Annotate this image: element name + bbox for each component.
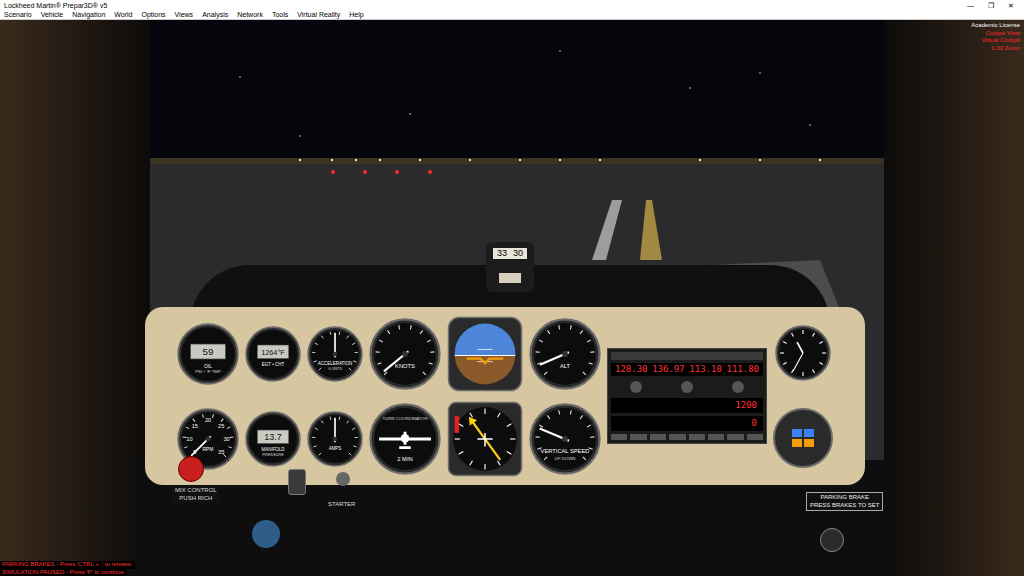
status-message: SIMULATION PAUSED - Press 'P' to continu… — [0, 569, 127, 576]
ammeter: AMPS — [307, 411, 363, 467]
menu-item[interactable]: Views — [175, 11, 194, 18]
svg-text:15: 15 — [192, 422, 198, 428]
svg-text:AMPS: AMPS — [329, 446, 342, 451]
magneto-switch[interactable] — [288, 469, 306, 495]
turn-coordinator: TURN COORDINATOR 2 MIN — [369, 403, 441, 475]
menu-item[interactable]: Tools — [272, 11, 288, 18]
magnetic-compass: 3330 — [486, 242, 534, 292]
svg-text:G UNITS: G UNITS — [328, 367, 342, 371]
radio-stack: 128.30136.97113.10111.80 1200 0 — [607, 348, 767, 444]
svg-text:1264°F: 1264°F — [261, 348, 285, 357]
menu-item[interactable]: Virtual Reality — [297, 11, 340, 18]
com-nav-radio[interactable]: 128.30136.97113.10111.80 — [611, 363, 763, 376]
cockpit-view: 333059OILPSI • °F TMP5101520253035RPM126… — [0, 20, 1024, 576]
altimeter: ALT — [529, 318, 601, 390]
svg-text:25: 25 — [218, 422, 224, 428]
vertical-speed-indicator: VERTICAL SPEEDUP DOWN — [529, 403, 601, 475]
svg-text:35: 35 — [218, 449, 224, 455]
svg-text:ACCELERATION: ACCELERATION — [318, 361, 352, 366]
starter-placard: STARTER — [326, 489, 357, 513]
acceleration-gauge: ACCELERATIONG UNITS — [307, 326, 363, 382]
left-pillar — [0, 20, 150, 576]
svg-text:30: 30 — [223, 435, 229, 441]
window-control[interactable]: ❐ — [988, 2, 994, 9]
title-bar: Lockheed Martin® Prepar3D® v5—❐✕ — [0, 0, 1024, 10]
svg-text:UP DOWN: UP DOWN — [555, 455, 576, 460]
window-control[interactable]: ✕ — [1008, 2, 1014, 9]
svg-text:13.7: 13.7 — [264, 432, 281, 442]
right-pillar — [884, 20, 1024, 576]
svg-text:EGT • CHT: EGT • CHT — [262, 362, 285, 367]
menu-item[interactable]: Analysis — [202, 11, 228, 18]
airspeed-indicator: KNOTS — [369, 318, 441, 390]
instrument-panel: 59OILPSI • °F TMP5101520253035RPM1264°FE… — [145, 307, 865, 485]
app-window: Lockheed Martin® Prepar3D® v5—❐✕Scenario… — [0, 0, 1024, 576]
annunciator-panel — [773, 408, 833, 468]
svg-text:2 MIN: 2 MIN — [397, 455, 412, 461]
menu-bar: Scenario Vehicle Navigation World Options Vie… — [0, 10, 1024, 20]
svg-text:TURN COORDINATOR: TURN COORDINATOR — [382, 416, 427, 421]
svg-text:10: 10 — [186, 435, 192, 441]
egt-gauge: 1264°F EGT • CHT — [245, 326, 301, 382]
sim-messages: PARKING BRAKES - Press 'CTRL + .' to rel… — [0, 561, 135, 576]
heading-indicator — [447, 401, 523, 477]
svg-text:20: 20 — [205, 417, 211, 423]
parking-brake-placard: PARKING BRAKEPRESS BRAKES TO SET — [806, 492, 883, 511]
menu-item[interactable]: Help — [349, 11, 363, 18]
window-control[interactable]: — — [967, 2, 974, 9]
svg-text:KNOTS: KNOTS — [395, 363, 415, 369]
svg-text:ALT: ALT — [560, 363, 571, 369]
transponder[interactable]: 1200 — [611, 398, 763, 413]
svg-text:59: 59 — [202, 346, 214, 357]
parking-brake-handle[interactable] — [820, 528, 844, 552]
svg-text:OIL: OIL — [204, 363, 212, 368]
oil-gauge: 59 OILPSI • °F TMP — [177, 323, 239, 385]
trim-handle[interactable] — [252, 520, 280, 548]
menu-item[interactable]: Scenario — [4, 11, 32, 18]
status-message: PARKING BRAKES - Press 'CTRL + .' to rel… — [0, 561, 135, 569]
menu-item[interactable]: Navigation — [72, 11, 105, 18]
attitude-indicator — [447, 316, 523, 392]
adf-radio[interactable]: 0 — [611, 416, 763, 431]
svg-text:PSI • °F TMP: PSI • °F TMP — [195, 369, 221, 374]
menu-item[interactable]: World — [114, 11, 132, 18]
starter-button[interactable] — [336, 472, 350, 486]
svg-text:MANIFOLD: MANIFOLD — [261, 447, 285, 452]
mixture-placard: MIX CONTROLPUSH RICH — [172, 486, 220, 503]
menu-item[interactable]: Network — [237, 11, 263, 18]
clock — [775, 325, 831, 381]
svg-text:RPM: RPM — [202, 447, 213, 452]
view-info: Academic LicenseCockpit ViewVirtual Cock… — [971, 22, 1020, 52]
svg-text:PRESSURE: PRESSURE — [262, 452, 284, 457]
manifold-pressure-gauge: 13.7 MANIFOLDPRESSURE — [245, 411, 301, 467]
menu-item[interactable]: Options — [141, 11, 165, 18]
menu-item[interactable]: Vehicle — [41, 11, 64, 18]
mixture-knob[interactable] — [178, 456, 204, 482]
svg-text:VERTICAL SPEED: VERTICAL SPEED — [541, 448, 590, 454]
